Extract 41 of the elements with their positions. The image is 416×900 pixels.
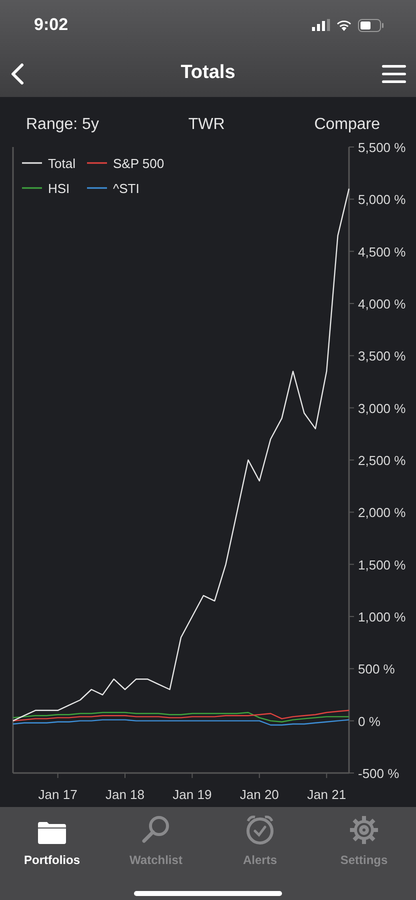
y-tick-label: 5,500 % [358,140,406,155]
legend-item: Total [22,156,76,171]
x-tick-label: Jan 19 [172,787,212,802]
toolbar-button[interactable]: TWR [188,112,225,136]
legend-item: HSI [22,181,70,196]
menu-icon[interactable] [382,64,406,82]
signal-icon [312,19,330,31]
y-tick-label: 500 % [358,662,395,677]
screen-title: Totals [180,61,236,86]
settings-icon [349,815,379,845]
legend-item: S&P 500 [87,156,164,171]
toolbar-button[interactable]: Compare [314,112,380,136]
legend-label: ^STI [113,181,140,196]
y-tick-label: 1,500 % [358,557,406,572]
x-tick-label: Jan 20 [240,787,279,802]
legend-label: Total [48,156,76,171]
toolbar-button[interactable]: Range: 5y [26,112,99,136]
y-tick-label: 4,000 % [358,296,406,312]
y-tick-label: 3,500 % [358,348,406,364]
y-tick-label: 0 % [358,714,380,729]
y-tick-label: -500 % [358,766,400,781]
y-tick-label: 2,500 % [358,453,406,468]
alarm-clock-icon [245,815,275,845]
y-tick-label: 5,000 % [358,192,406,208]
y-tick-label: 3,000 % [358,400,406,416]
legend-label: HSI [48,181,70,196]
legend-item: ^STI [87,181,140,196]
x-tick-label: Jan 21 [307,787,346,802]
back-icon[interactable] [10,62,24,84]
status-time: 9:02 [33,14,68,36]
legend-label: S&P 500 [113,156,164,171]
x-tick-label: Jan 18 [105,787,145,802]
y-tick-label: 4,500 % [358,244,406,260]
x-tick-label: Jan 17 [38,787,78,802]
tab-item[interactable]: Portfolios [0,815,104,875]
search-icon [141,815,171,845]
y-tick-label: 1,000 % [358,610,406,624]
wifi-icon [336,19,352,31]
folder-icon [37,821,67,845]
y-tick-label: 2,000 % [358,505,406,520]
battery-icon [358,18,384,32]
